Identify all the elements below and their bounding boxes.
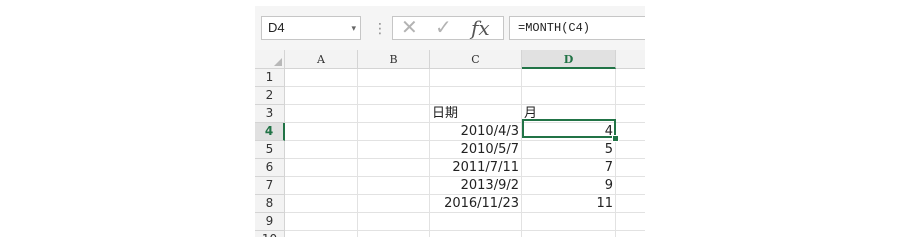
- cell-b4[interactable]: [358, 123, 430, 141]
- chevron-down-icon[interactable]: ▾: [351, 17, 356, 39]
- cell-c2[interactable]: [430, 87, 522, 105]
- cell-c7[interactable]: 2013/9/2: [430, 177, 522, 195]
- cell-filler[interactable]: [616, 69, 645, 87]
- cell-d7[interactable]: 9: [522, 177, 616, 195]
- cell-c10[interactable]: [430, 231, 522, 237]
- cell-b1[interactable]: [358, 69, 430, 87]
- cell-a5[interactable]: [285, 141, 358, 159]
- cell-d4[interactable]: 4: [522, 123, 616, 141]
- cell-a1[interactable]: [285, 69, 358, 87]
- cell-filler[interactable]: [616, 195, 645, 213]
- column-header-c[interactable]: C: [430, 50, 522, 69]
- select-all-button[interactable]: [255, 50, 285, 69]
- row-header-2[interactable]: 2: [255, 87, 285, 105]
- column-header-d[interactable]: D: [522, 50, 616, 69]
- row-header-9[interactable]: 9: [255, 213, 285, 231]
- column-header-a[interactable]: A: [285, 50, 358, 69]
- row-header-4[interactable]: 4: [255, 123, 285, 141]
- formula-bar: D4 ▾ ⋮ ✕ ✓ fx =MONTH(C4): [255, 6, 645, 50]
- formula-input[interactable]: =MONTH(C4): [509, 16, 645, 40]
- cell-filler[interactable]: [616, 87, 645, 105]
- name-box[interactable]: D4 ▾: [261, 16, 361, 40]
- cell-a10[interactable]: [285, 231, 358, 237]
- cell-b10[interactable]: [358, 231, 430, 237]
- row-header-8[interactable]: 8: [255, 195, 285, 213]
- row-header-3[interactable]: 3: [255, 105, 285, 123]
- cell-b9[interactable]: [358, 213, 430, 231]
- row-header-10[interactable]: 10: [255, 231, 285, 237]
- row-header-7[interactable]: 7: [255, 177, 285, 195]
- cell-c4[interactable]: 2010/4/3: [430, 123, 522, 141]
- cell-d10[interactable]: [522, 231, 616, 237]
- cell-a2[interactable]: [285, 87, 358, 105]
- cell-b3[interactable]: [358, 105, 430, 123]
- cell-filler[interactable]: [616, 159, 645, 177]
- cell-d2[interactable]: [522, 87, 616, 105]
- insert-function-icon[interactable]: fx: [471, 17, 490, 39]
- column-header-b[interactable]: B: [358, 50, 430, 69]
- cell-filler[interactable]: [616, 141, 645, 159]
- cell-a7[interactable]: [285, 177, 358, 195]
- cell-d5[interactable]: 5: [522, 141, 616, 159]
- cell-c1[interactable]: [430, 69, 522, 87]
- name-box-value: D4: [268, 20, 285, 35]
- cell-d6[interactable]: 7: [522, 159, 616, 177]
- cell-c5[interactable]: 2010/5/7: [430, 141, 522, 159]
- row-header-1[interactable]: 1: [255, 69, 285, 87]
- cell-c3[interactable]: 日期: [430, 105, 522, 123]
- cell-d9[interactable]: [522, 213, 616, 231]
- cell-a8[interactable]: [285, 195, 358, 213]
- cell-c9[interactable]: [430, 213, 522, 231]
- cell-d1[interactable]: [522, 69, 616, 87]
- cancel-icon[interactable]: ✕: [401, 17, 418, 39]
- cell-a9[interactable]: [285, 213, 358, 231]
- cell-filler[interactable]: [616, 231, 645, 237]
- column-header-filler: [616, 50, 645, 69]
- cell-b2[interactable]: [358, 87, 430, 105]
- cell-b8[interactable]: [358, 195, 430, 213]
- drag-handle-icon[interactable]: ⋮: [373, 18, 387, 38]
- cell-b6[interactable]: [358, 159, 430, 177]
- cell-a6[interactable]: [285, 159, 358, 177]
- spreadsheet-grid: ABCD 12345678910 日期月2010/4/342010/5/7520…: [255, 50, 645, 237]
- cell-b5[interactable]: [358, 141, 430, 159]
- enter-icon[interactable]: ✓: [435, 17, 452, 39]
- fill-handle[interactable]: [612, 135, 619, 142]
- cell-c6[interactable]: 2011/7/11: [430, 159, 522, 177]
- row-header-5[interactable]: 5: [255, 141, 285, 159]
- formula-buttons: ✕ ✓ fx: [392, 16, 504, 40]
- cell-filler[interactable]: [616, 105, 645, 123]
- cell-filler[interactable]: [616, 123, 645, 141]
- cell-a4[interactable]: [285, 123, 358, 141]
- cell-filler[interactable]: [616, 213, 645, 231]
- cell-filler[interactable]: [616, 177, 645, 195]
- cell-a3[interactable]: [285, 105, 358, 123]
- cell-d8[interactable]: 11: [522, 195, 616, 213]
- row-header-6[interactable]: 6: [255, 159, 285, 177]
- cell-d3[interactable]: 月: [522, 105, 616, 123]
- cell-b7[interactable]: [358, 177, 430, 195]
- cell-c8[interactable]: 2016/11/23: [430, 195, 522, 213]
